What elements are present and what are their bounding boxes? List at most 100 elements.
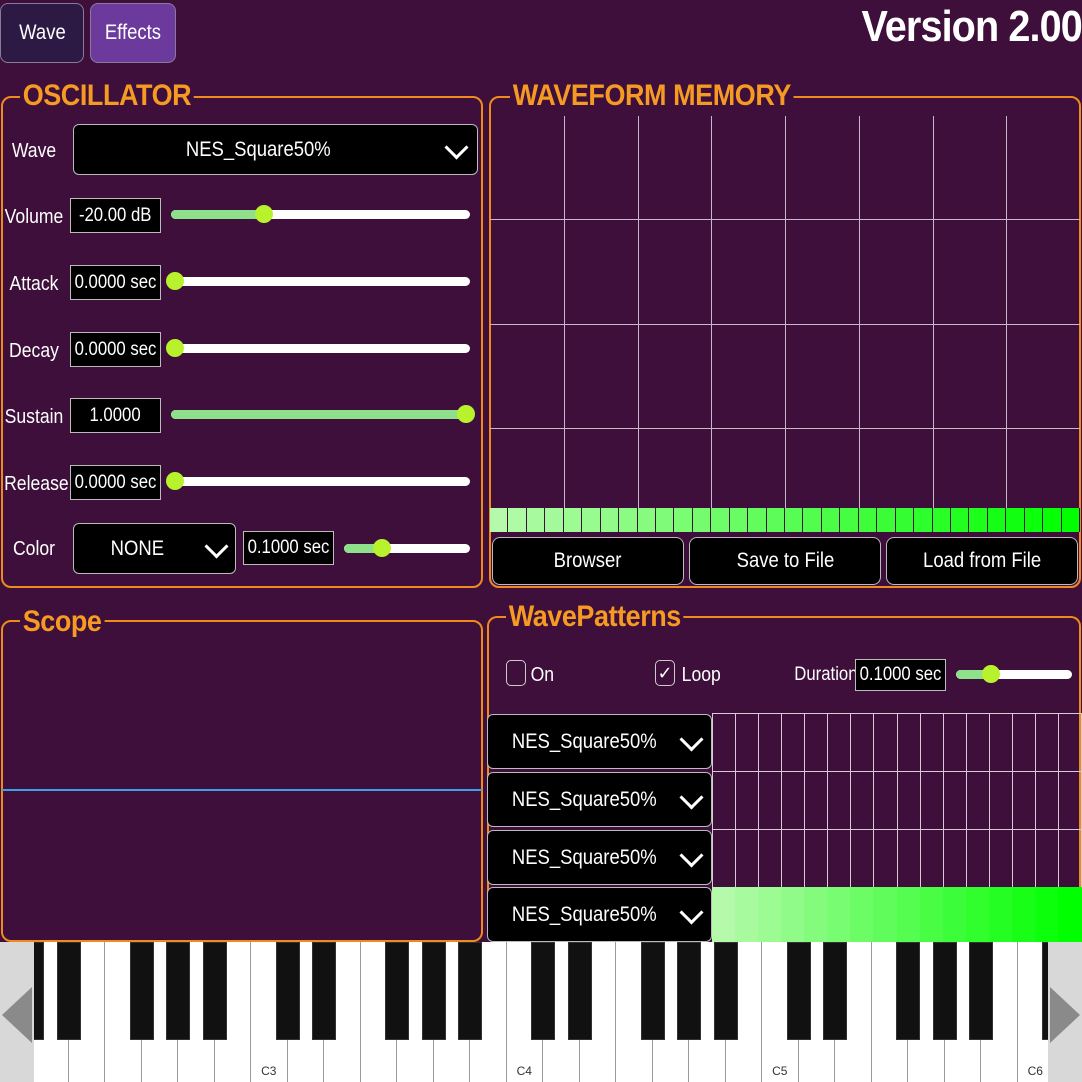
waveform-cell[interactable] [526, 508, 546, 532]
piano-black-key[interactable] [969, 942, 993, 1040]
pattern-wave-select-2[interactable]: NES_Square50% [487, 772, 712, 827]
slider-thumb[interactable] [372, 539, 391, 557]
color-select[interactable]: NONE [73, 523, 236, 574]
slider-thumb[interactable] [166, 339, 185, 357]
waveform-cell[interactable] [895, 508, 915, 532]
waveform-cell[interactable] [637, 508, 656, 532]
piano-black-key[interactable] [458, 942, 482, 1040]
param-slider-sustain[interactable] [171, 395, 475, 435]
piano-black-key[interactable] [713, 942, 738, 1040]
piano-black-key[interactable] [531, 942, 555, 1040]
duration-slider[interactable] [956, 655, 1072, 695]
param-value-sustain[interactable]: 1.0000 [70, 398, 161, 433]
pattern-step-cell[interactable] [942, 887, 967, 942]
waveform-cell[interactable] [821, 508, 841, 532]
waveform-cell[interactable] [858, 508, 878, 532]
piano-black-key[interactable] [385, 942, 409, 1040]
pattern-wave-select-4[interactable]: NES_Square50% [487, 887, 712, 942]
waveform-memory-cells[interactable] [490, 508, 1080, 532]
waveform-cell[interactable] [969, 508, 988, 532]
piano-black-key[interactable] [932, 942, 957, 1040]
pattern-step-cell[interactable] [827, 887, 852, 942]
param-slider-release[interactable] [166, 462, 470, 502]
wave-select[interactable]: NES_Square50% [73, 124, 478, 175]
waveform-cell[interactable] [582, 508, 601, 532]
waveform-cell[interactable] [545, 508, 564, 532]
waveform-cell[interactable] [1024, 508, 1044, 532]
waveform-cell[interactable] [914, 508, 933, 532]
waveform-cell[interactable] [674, 508, 693, 532]
piano-black-key[interactable] [640, 942, 665, 1040]
browser-button[interactable]: Browser [492, 537, 684, 585]
waveform-cell[interactable] [1061, 508, 1080, 532]
waveform-cell[interactable] [729, 508, 749, 532]
waveform-cell[interactable] [619, 508, 638, 532]
waveform-cell[interactable] [840, 508, 859, 532]
piano-black-key[interactable] [421, 942, 446, 1040]
param-slider-attack[interactable] [166, 262, 470, 302]
param-slider-volume[interactable] [171, 195, 470, 235]
slider-thumb[interactable] [166, 472, 185, 490]
save-to-file-button[interactable]: Save to File [689, 537, 881, 585]
duration-value[interactable]: 0.1000 sec [855, 659, 946, 691]
piano-black-key[interactable] [567, 942, 592, 1040]
waveform-cell[interactable] [711, 508, 730, 532]
piano-black-key[interactable] [677, 942, 701, 1040]
loop-checkbox[interactable]: ✓ [655, 660, 675, 686]
pattern-step-cell[interactable] [781, 887, 806, 942]
pattern-step-cell[interactable] [919, 887, 944, 942]
scroll-right-arrow-icon[interactable] [1048, 942, 1082, 1082]
tab-effects[interactable]: Effects [90, 3, 176, 63]
piano-black-key[interactable] [312, 942, 336, 1040]
piano-black-key[interactable] [786, 942, 811, 1040]
pattern-step-cell[interactable] [988, 887, 1013, 942]
waveform-cell[interactable] [877, 508, 896, 532]
tab-wave[interactable]: Wave [0, 3, 84, 63]
waveform-cell[interactable] [655, 508, 675, 532]
pattern-step-cell[interactable] [735, 887, 760, 942]
pattern-step-cell[interactable] [850, 887, 875, 942]
piano-black-key[interactable] [202, 942, 227, 1040]
waveform-cell[interactable] [950, 508, 970, 532]
pattern-wave-select-1[interactable]: NES_Square50% [487, 714, 712, 769]
waveform-cell[interactable] [932, 508, 951, 532]
param-value-attack[interactable]: 0.0000 sec [70, 265, 161, 300]
load-from-file-button[interactable]: Load from File [886, 537, 1078, 585]
param-value-volume[interactable]: -20.00 dB [70, 198, 161, 233]
piano-black-key[interactable] [56, 942, 81, 1040]
param-value-release[interactable]: 0.0000 sec [70, 465, 161, 500]
waveform-cell[interactable] [987, 508, 1007, 532]
waveform-cell[interactable] [785, 508, 804, 532]
slider-thumb[interactable] [981, 665, 1000, 683]
waveform-cell[interactable] [766, 508, 785, 532]
waveform-cell[interactable] [490, 508, 509, 532]
slider-thumb[interactable] [254, 205, 273, 223]
on-checkbox[interactable] [506, 660, 526, 686]
waveform-cell[interactable] [748, 508, 767, 532]
pattern-step-cell[interactable] [758, 887, 783, 942]
waveform-cell[interactable] [803, 508, 822, 532]
pattern-step-cell[interactable] [1011, 887, 1036, 942]
color-time-slider[interactable] [344, 529, 470, 569]
waveform-cell[interactable] [563, 508, 583, 532]
color-time-value[interactable]: 0.1000 sec [243, 531, 334, 565]
waveform-cell[interactable] [600, 508, 620, 532]
param-slider-decay[interactable] [166, 329, 470, 369]
waveform-cell[interactable] [1006, 508, 1025, 532]
pattern-step-cell[interactable] [712, 887, 736, 942]
slider-thumb[interactable] [166, 272, 185, 290]
pattern-step-cell[interactable] [1057, 887, 1082, 942]
piano-black-key[interactable] [275, 942, 300, 1040]
scroll-left-arrow-icon[interactable] [0, 942, 34, 1082]
waveform-memory-grid[interactable] [490, 116, 1080, 508]
waveform-cell[interactable] [1043, 508, 1062, 532]
piano-black-key[interactable] [129, 942, 154, 1040]
pattern-step-cell[interactable] [1034, 887, 1059, 942]
waveform-cell[interactable] [692, 508, 712, 532]
pattern-step-cell[interactable] [896, 887, 921, 942]
pattern-step-grid[interactable] [712, 713, 1082, 942]
waveform-cell[interactable] [508, 508, 527, 532]
piano-black-key[interactable] [896, 942, 920, 1040]
piano-keyboard[interactable]: C3 C4 C5 C6 [0, 942, 1082, 1082]
pattern-step-cell[interactable] [965, 887, 990, 942]
